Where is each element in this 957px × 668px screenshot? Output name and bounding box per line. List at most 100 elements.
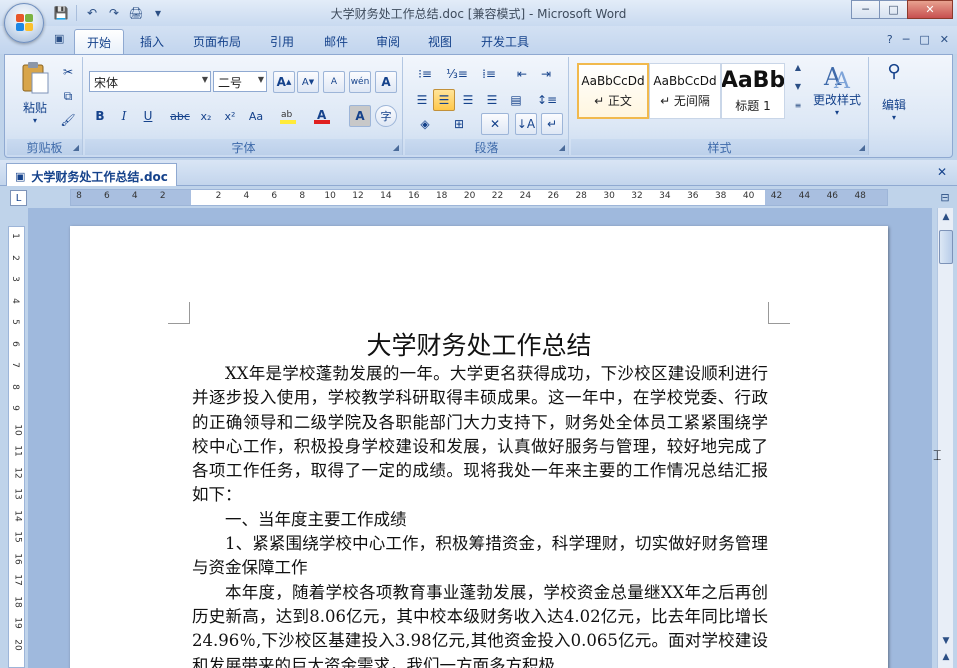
minimize-button[interactable]: ─	[851, 0, 880, 19]
document-title: 大学财务处工作总结	[366, 331, 592, 360]
tab-references[interactable]: 引用	[260, 29, 304, 54]
tab-mailings[interactable]: 邮件	[314, 29, 358, 54]
styles-launcher-icon[interactable]: ◢	[859, 143, 865, 152]
tab-review[interactable]: 审阅	[366, 29, 410, 54]
strikethrough-button[interactable]: abc	[169, 105, 191, 127]
scroll-down-icon[interactable]: ▼	[940, 636, 952, 648]
char-border-button[interactable]: A	[375, 71, 397, 93]
scroll-up-icon[interactable]: ▲	[940, 212, 952, 224]
format-painter-icon[interactable]: 🖌	[57, 109, 79, 131]
tab-page-layout[interactable]: 页面布局	[186, 29, 248, 54]
style-normal[interactable]: AaBbCcDd ↵ 正文	[577, 63, 649, 119]
ruler-number: 19	[12, 617, 23, 629]
align-center-icon[interactable]: ☰	[433, 89, 455, 111]
office-button[interactable]	[4, 3, 44, 43]
increase-indent-icon[interactable]: ⇥	[535, 63, 557, 85]
multilevel-list-icon[interactable]: ⁞≡	[475, 63, 503, 85]
editing-group: ⚲ 编辑 ▾	[873, 57, 915, 155]
change-styles-button[interactable]: A A 更改样式 ▾	[809, 61, 865, 117]
change-case-button[interactable]: Aa	[245, 105, 267, 127]
prev-page-icon[interactable]: ▲	[940, 652, 952, 664]
tab-home[interactable]: 开始	[74, 29, 124, 54]
tab-developer[interactable]: 开发工具	[472, 29, 538, 54]
chevron-down-icon[interactable]: ▼	[795, 82, 801, 91]
ruler-toggle-icon[interactable]: ⊟	[937, 191, 953, 207]
ruler-number: 14	[380, 191, 392, 201]
svg-text:A: A	[317, 108, 327, 122]
align-left-icon[interactable]: ☰	[411, 89, 433, 111]
doc-restore-icon[interactable]: □	[919, 33, 929, 46]
subscript-button[interactable]: x₂	[195, 105, 217, 127]
copy-icon[interactable]: ⧉	[57, 85, 79, 107]
ruler-number: 46	[826, 191, 839, 201]
document-tab[interactable]: ▣ 大学财务处工作总结.doc	[6, 163, 177, 186]
more-styles-icon[interactable]: ≡	[795, 101, 802, 110]
ruler-number: 6	[271, 191, 278, 201]
ruler-number: 42	[770, 191, 783, 201]
style-heading-1[interactable]: AaBb 标题 1	[721, 63, 785, 119]
styles-scroll[interactable]: ▲ ▼ ≡	[791, 63, 805, 119]
italic-button[interactable]: I	[113, 105, 135, 127]
grow-font-button[interactable]: A ▲	[273, 71, 295, 93]
tab-insert[interactable]: 插入	[130, 29, 174, 54]
paragraph-launcher-icon[interactable]: ◢	[559, 143, 565, 152]
tab-selector-button[interactable]: L	[10, 190, 27, 206]
mouse-cursor-icon: ⌶	[933, 448, 942, 464]
vertical-ruler[interactable]: 1 2 3 4 5 6 7 8 9 10 11 12 13 14 15 16 17 18 19 20	[8, 226, 25, 668]
font-group-label: 字体	[85, 139, 402, 155]
chinese-layout-icon[interactable]: ✕	[481, 113, 509, 135]
help-icon[interactable]: ?	[887, 33, 893, 46]
ruler-number: 4	[131, 191, 138, 201]
underline-button[interactable]: U	[137, 105, 159, 127]
doc-minimize-icon[interactable]: ─	[903, 33, 910, 46]
ruler-number: 32	[631, 191, 643, 201]
close-document-icon[interactable]: ✕	[937, 165, 947, 179]
enclose-char-button[interactable]: 字	[375, 105, 397, 127]
chevron-up-icon[interactable]: ▲	[795, 63, 801, 72]
shrink-font-button[interactable]: A ▼	[297, 71, 319, 93]
distribute-icon[interactable]: ▤	[505, 89, 527, 111]
tab-view[interactable]: 视图	[418, 29, 462, 54]
highlight-icon[interactable]: ab	[277, 105, 299, 127]
decrease-indent-icon[interactable]: ⇤	[511, 63, 533, 85]
font-launcher-icon[interactable]: ◢	[393, 143, 399, 152]
clear-format-button[interactable]: A	[323, 71, 345, 93]
ruler-number: 6	[9, 340, 20, 347]
char-border-icon: A	[381, 75, 391, 89]
phonetic-guide-button[interactable]: wén	[349, 71, 371, 93]
bold-button[interactable]: B	[89, 105, 111, 127]
sort-icon[interactable]: ↓A	[515, 113, 537, 135]
borders-icon[interactable]: ⊞	[445, 113, 473, 135]
ruler-number: 10	[12, 423, 23, 436]
ruler-number: 13	[12, 488, 23, 500]
window-controls: ─ □ ✕	[851, 0, 953, 19]
superscript-button[interactable]: x²	[219, 105, 241, 127]
align-right-icon[interactable]: ☰	[457, 89, 479, 111]
justify-icon[interactable]: ☰	[481, 89, 503, 111]
style-no-spacing[interactable]: AaBbCcDd ↵ 无间隔	[649, 63, 721, 119]
paste-button[interactable]: 粘贴 ▾	[13, 61, 57, 125]
font-color-icon[interactable]: A	[311, 105, 333, 127]
ruler-number: 2	[9, 254, 20, 261]
editing-button[interactable]: ⚲ 编辑 ▾	[873, 61, 915, 122]
horizontal-ruler[interactable]: 8 6 4 2 2 4 6 8 10 12 14 16 18 20 22 24 26 28 30 32 34 36 38 40…	[70, 189, 888, 206]
line-spacing-icon[interactable]: ↕≡	[533, 89, 561, 111]
clipboard-launcher-icon[interactable]: ◢	[73, 143, 79, 152]
maximize-button[interactable]: □	[879, 0, 908, 19]
vertical-scrollbar[interactable]: ▲ ▼ ▲	[937, 208, 953, 668]
font-size-combo[interactable]: 二号 ▼	[213, 71, 267, 92]
ruler-number: 18	[435, 191, 448, 201]
phonetic-guide-icon: wén	[350, 77, 370, 87]
scroll-thumb[interactable]	[939, 230, 953, 264]
bullets-icon[interactable]: ⁝≡	[411, 63, 439, 85]
paste-icon	[22, 62, 49, 94]
cut-icon[interactable]: ✂	[57, 61, 79, 83]
doc-close-icon[interactable]: ✕	[940, 33, 949, 46]
char-shading-button[interactable]: A	[349, 105, 371, 127]
close-button[interactable]: ✕	[907, 0, 953, 19]
page[interactable]: 大学财务处工作总结 XX年是学校蓬勃发展的一年。大学更名获得成功，下沙校区建设顺…	[70, 226, 888, 668]
show-marks-icon[interactable]: ↵	[541, 113, 563, 135]
numbering-icon[interactable]: ⅓≡	[443, 63, 471, 85]
font-name-combo[interactable]: 宋体 ▼	[89, 71, 211, 92]
shading-icon[interactable]: ◈	[411, 113, 439, 135]
